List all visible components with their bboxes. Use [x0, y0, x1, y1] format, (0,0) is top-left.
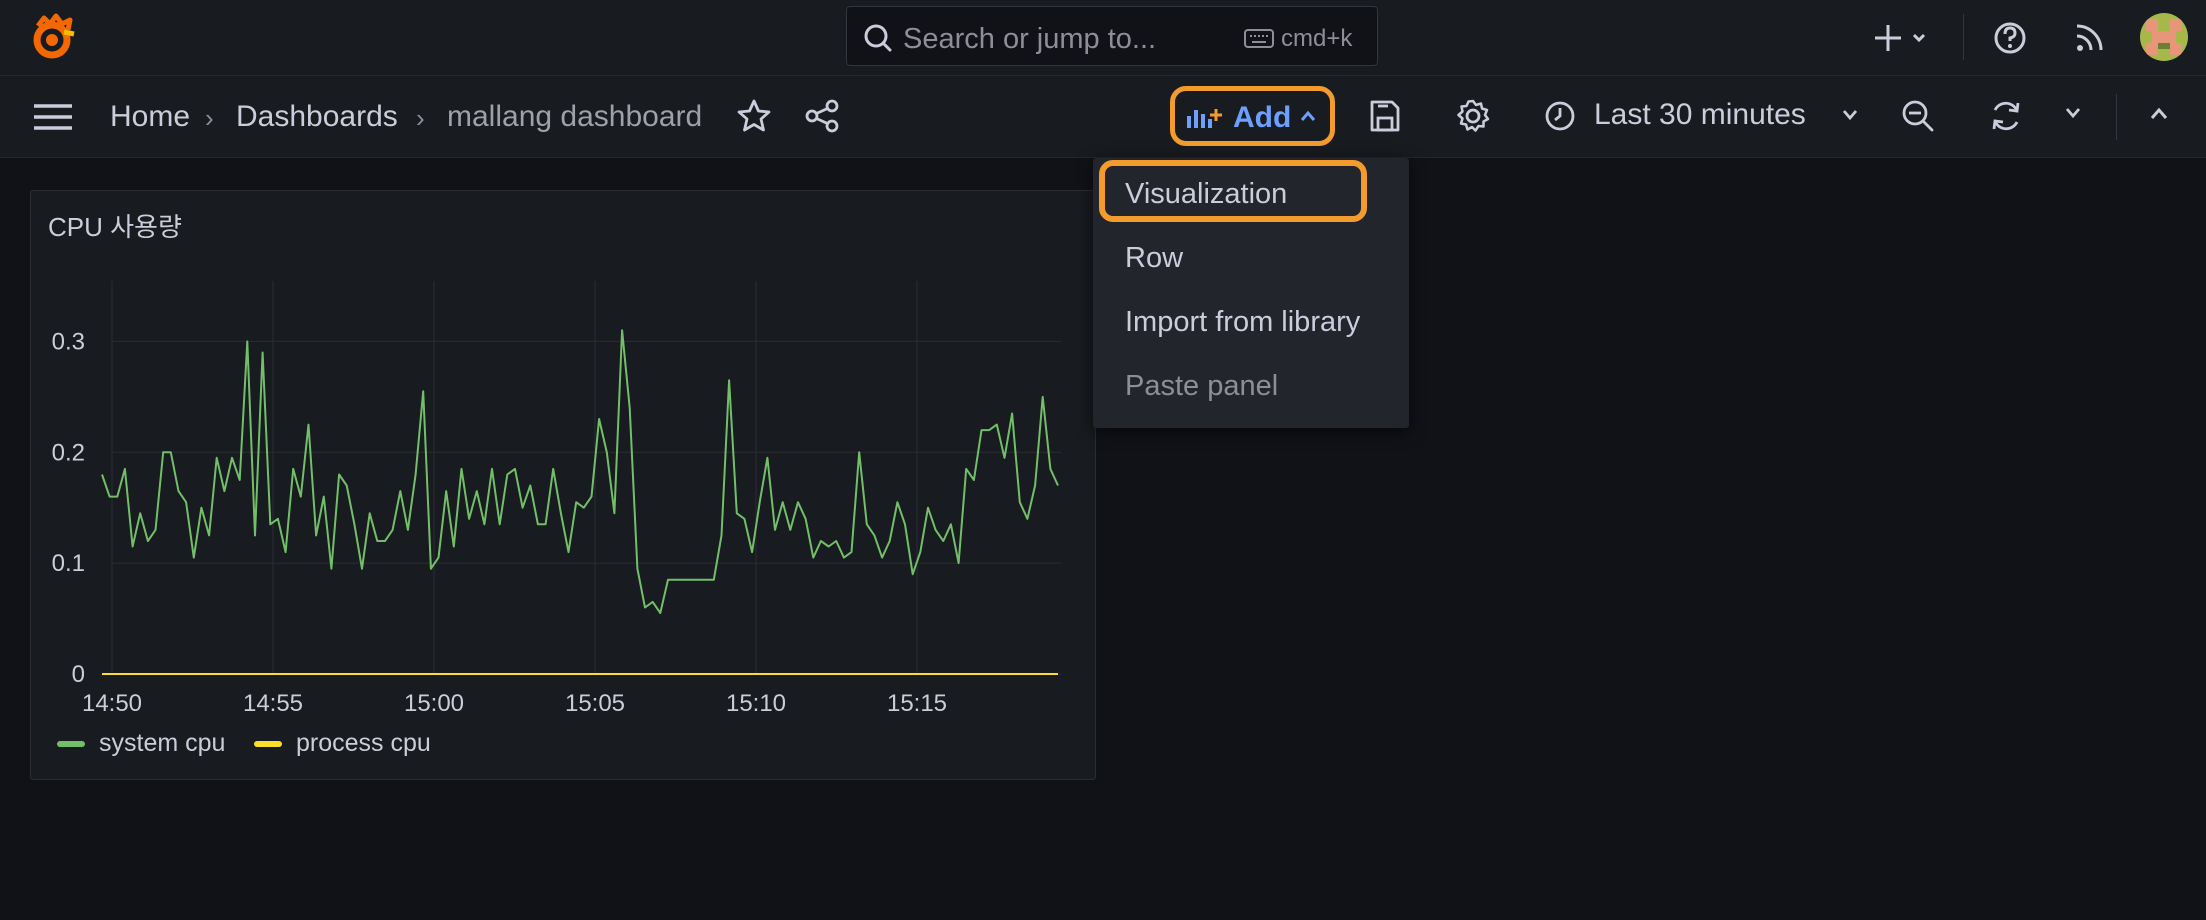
search-icon	[863, 23, 893, 58]
y-tick-label: 0.3	[52, 328, 85, 355]
x-tick-label: 15:05	[565, 690, 625, 717]
breadcrumb-home[interactable]: Home	[110, 100, 190, 134]
x-tick-label: 15:15	[887, 690, 947, 717]
legend-process-cpu[interactable]: process cpu	[254, 729, 431, 758]
chevron-down-icon	[1841, 108, 1859, 127]
add-panel-icon	[1185, 102, 1225, 137]
y-tick-label: 0.2	[52, 439, 85, 466]
new-menu-button[interactable]	[1870, 14, 1930, 62]
news-feed-icon[interactable]	[2073, 14, 2107, 62]
grafana-logo-icon[interactable]	[28, 12, 84, 64]
help-icon[interactable]	[1992, 14, 2028, 62]
menu-item-import-from-library[interactable]: Import from library	[1125, 306, 1360, 339]
x-tick-label: 14:50	[82, 690, 142, 717]
time-range-label: Last 30 minutes	[1594, 98, 1806, 131]
user-avatar[interactable]	[2140, 13, 2188, 61]
refresh-interval-chevron-down-icon[interactable]	[2064, 106, 2082, 125]
legend-label: system cpu	[99, 729, 226, 757]
breadcrumb-current: mallang dashboard	[447, 100, 703, 133]
add-dropdown-menu: Visualization Row Import from library Pa…	[1093, 158, 1409, 428]
refresh-icon[interactable]	[1988, 98, 2024, 139]
settings-gear-icon[interactable]	[1455, 98, 1491, 139]
legend-system-cpu[interactable]: system cpu	[57, 729, 225, 758]
search-shortcut: cmd+k	[1281, 25, 1353, 52]
chevron-up-icon	[1299, 109, 1317, 128]
cpu-panel[interactable]: CPU 사용량 0 0.1 0.2 0.3 14:50 14:55 15:00 15:05 15…	[30, 190, 1096, 780]
x-tick-label: 15:00	[404, 690, 464, 717]
top-navbar: Search or jump to... cmd+k	[0, 0, 2206, 76]
clock-icon	[1544, 100, 1576, 137]
menu-item-visualization[interactable]: Visualization	[1125, 178, 1287, 211]
collapse-chevron-up-icon[interactable]	[2148, 106, 2170, 127]
menu-item-paste-panel: Paste panel	[1125, 370, 1279, 402]
x-tick-label: 14:55	[243, 690, 303, 717]
save-icon[interactable]	[1368, 98, 1402, 139]
star-icon[interactable]	[736, 98, 772, 139]
breadcrumb-dashboards[interactable]: Dashboards	[236, 100, 398, 134]
y-tick-label: 0	[72, 661, 85, 688]
dashboard-toolbar: Home › Dashboards › mallang dashboard Ad…	[0, 76, 2206, 158]
search-bar[interactable]: Search or jump to... cmd+k	[846, 6, 1378, 66]
menu-icon[interactable]	[32, 100, 74, 139]
add-button[interactable]: Add	[1170, 86, 1335, 146]
cpu-line-chart: 0 0.1 0.2 0.3 14:50 14:55 15:00 15:05 15:10 15:15	[52, 281, 1061, 717]
breadcrumb-separator: ›	[205, 103, 214, 133]
keyboard-icon	[1243, 27, 1275, 54]
share-icon[interactable]	[804, 98, 840, 139]
x-tick-label: 15:10	[726, 690, 786, 717]
legend-swatch	[57, 740, 85, 747]
y-tick-label: 0.1	[52, 550, 85, 577]
search-placeholder: Search or jump to...	[903, 23, 1157, 55]
legend-swatch	[254, 740, 282, 747]
divider	[2116, 94, 2117, 140]
menu-item-row[interactable]: Row	[1125, 242, 1183, 275]
breadcrumb-separator: ›	[416, 103, 425, 133]
add-button-label: Add	[1233, 101, 1292, 134]
divider	[1963, 14, 1964, 60]
zoom-out-icon[interactable]	[1900, 98, 1936, 139]
legend-label: process cpu	[296, 729, 431, 757]
series-line-system-cpu	[101, 329, 1059, 614]
